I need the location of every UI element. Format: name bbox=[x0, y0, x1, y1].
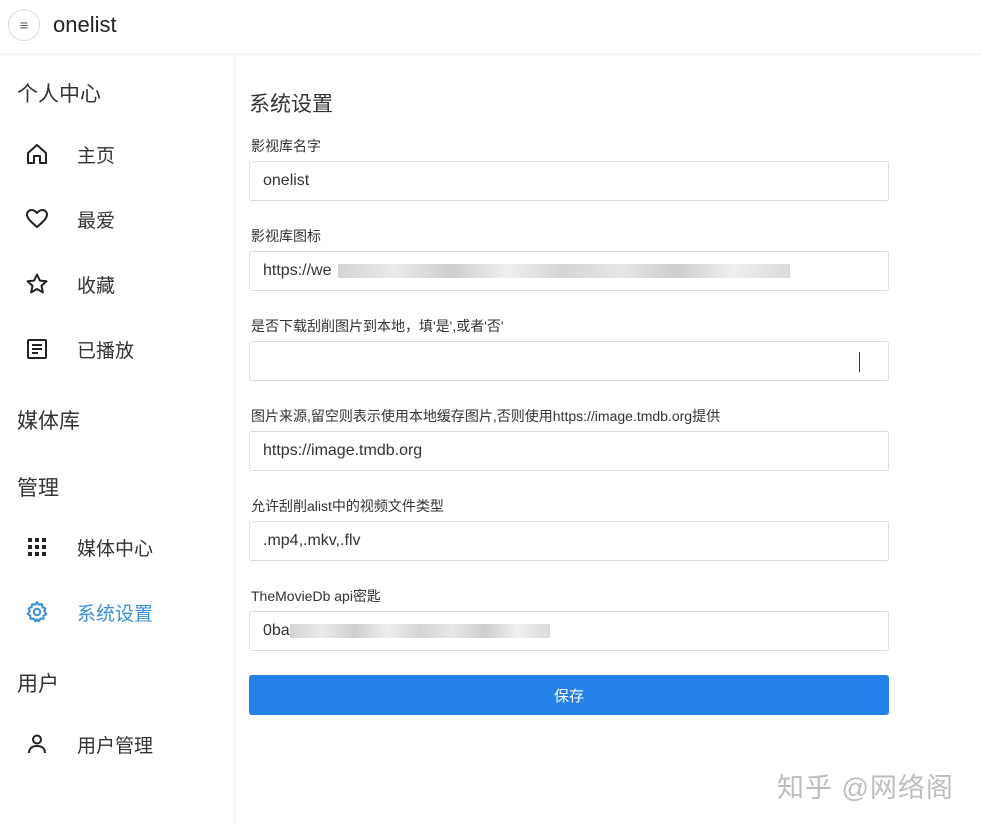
person-icon bbox=[24, 731, 50, 757]
grid-icon bbox=[24, 534, 50, 560]
sidebar-item-label: 系统设置 bbox=[77, 603, 154, 625]
sidebar-item-label: 最爱 bbox=[77, 210, 116, 232]
sidebar-item-played[interactable]: 已播放 bbox=[0, 327, 236, 371]
sidebar-item-collection[interactable]: 收藏 bbox=[0, 262, 236, 306]
menu-icon: ≡ bbox=[19, 17, 29, 33]
sidebar-item-label: 媒体中心 bbox=[77, 538, 154, 560]
history-icon bbox=[24, 336, 50, 362]
video-types-field[interactable] bbox=[249, 521, 889, 561]
heart-icon bbox=[24, 206, 50, 232]
field-label-library-name: 影视库名字 bbox=[251, 138, 321, 154]
sidebar-item-label: 用户管理 bbox=[77, 735, 154, 757]
download-images-field[interactable] bbox=[249, 341, 889, 381]
redacted-blur bbox=[290, 624, 550, 638]
watermark: 知乎 @网络阁 bbox=[777, 773, 954, 803]
sidebar-item-favorites[interactable]: 最爱 bbox=[0, 197, 236, 241]
field-label-video-types: 允许刮削alist中的视频文件类型 bbox=[251, 498, 444, 514]
library-name-field[interactable] bbox=[249, 161, 889, 201]
field-label-download-images: 是否下载刮削图片到本地，填'是',或者'否' bbox=[251, 318, 504, 334]
home-icon bbox=[24, 141, 50, 167]
section-manage: 管理 bbox=[17, 477, 59, 500]
page-title: 系统设置 bbox=[249, 93, 333, 116]
app-title: onelist bbox=[53, 12, 117, 37]
gear-icon bbox=[24, 599, 50, 625]
sidebar-item-label: 主页 bbox=[77, 145, 116, 167]
image-source-field[interactable] bbox=[249, 431, 889, 471]
sidebar-item-user-management[interactable]: 用户管理 bbox=[0, 722, 236, 766]
star-icon bbox=[24, 271, 50, 297]
section-media-library[interactable]: 媒体库 bbox=[17, 405, 80, 435]
sidebar-item-system-settings[interactable]: 系统设置 bbox=[0, 590, 236, 634]
menu-button[interactable]: ≡ bbox=[8, 9, 40, 41]
save-button[interactable]: 保存 bbox=[249, 675, 889, 715]
sidebar-item-home[interactable]: 主页 bbox=[0, 132, 236, 176]
redacted-blur bbox=[338, 264, 790, 278]
section-user: 用户 bbox=[17, 673, 59, 696]
text-caret bbox=[859, 352, 860, 372]
field-label-image-source: 图片来源,留空则表示使用本地缓存图片,否则使用https://image.tmd… bbox=[251, 408, 721, 424]
top-bar: ≡ onelist bbox=[0, 0, 982, 55]
sidebar-item-label: 收藏 bbox=[77, 275, 116, 297]
field-label-tmdb-api-key: TheMovieDb api密匙 bbox=[251, 588, 381, 604]
sidebar-item-label: 已播放 bbox=[77, 340, 135, 362]
section-personal-center: 个人中心 bbox=[17, 83, 101, 106]
sidebar-item-media-center[interactable]: 媒体中心 bbox=[0, 525, 236, 569]
field-label-library-icon: 影视库图标 bbox=[251, 228, 321, 244]
